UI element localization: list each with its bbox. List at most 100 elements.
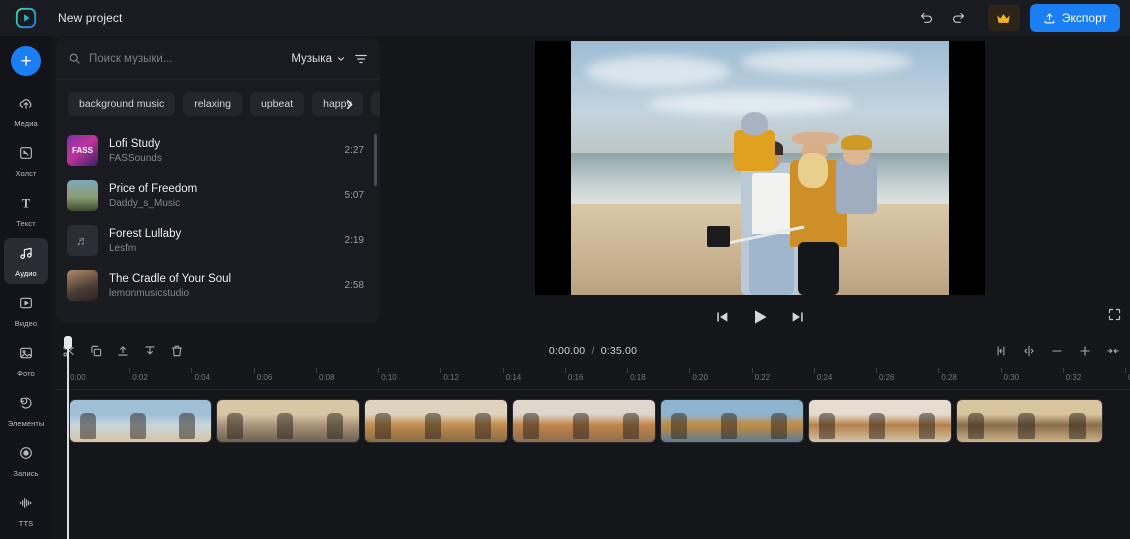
clip-4[interactable] [513,400,655,442]
preview-area [390,36,1130,332]
track-item[interactable]: FASS Lofi Study FASSounds 2:27 [56,128,380,173]
sidebar-items: Медиа Холст T Текст Аудио Видео Фото Элементы За… [4,88,48,538]
sidebar-item-4[interactable]: Видео [4,288,48,334]
clip-frame [459,400,507,442]
clip-frame [903,400,951,442]
playhead-handle[interactable] [64,336,72,349]
chevron-down-icon [338,56,344,61]
delete-button[interactable] [170,344,184,358]
undo-button[interactable] [914,5,940,31]
clip-frame [957,400,1006,442]
fit-timeline-button[interactable] [994,344,1008,358]
clip-frame-subject [375,412,392,439]
playhead[interactable] [64,336,72,539]
play-button[interactable] [750,307,770,327]
clip-5[interactable] [661,400,803,442]
tag-chip-1[interactable]: relaxing [183,92,242,116]
cloud-upload-icon [18,95,34,116]
ruler-tick-label: 0:22 [754,373,771,382]
marker-button[interactable] [1022,344,1036,358]
clip-frame-subject [918,412,935,439]
clip-3[interactable] [365,400,507,442]
panel-scrollbar[interactable] [374,134,377,186]
previous-button[interactable] [714,309,730,325]
search-input[interactable] [89,52,284,65]
redo-icon [953,12,965,23]
track-title: Price of Freedom [109,182,198,195]
video-frame[interactable] [535,41,985,295]
export-button[interactable]: Экспорт [1029,4,1120,32]
track-title: Lofi Study [109,137,161,150]
track-item[interactable]: Price of Freedom Daddy_s_Music 5:07 [56,173,380,218]
audio-library-panel: Музыка background musicrelaxingupbeathap… [56,38,380,323]
trim-end-icon [145,346,155,355]
clip-frame-subject [80,412,97,439]
sidebar-item-8[interactable]: TTS [4,488,48,534]
top-bar: New project Экспорт [0,0,1130,36]
text-icon: T [18,195,34,216]
clip-frame [1005,400,1054,442]
trim-start-button[interactable] [116,344,130,358]
project-title[interactable]: New project [58,11,122,25]
track-list-items: FASS Lofi Study FASSounds 2:27 Price of Free… [56,128,380,308]
timeline-ruler[interactable]: 0:00 0:02 0:04 0:06 0:08 0:10 0:12 0:14 0:16 0:18… [56,368,1130,390]
clip-frame [412,400,460,442]
add-media-button[interactable]: + [11,46,41,76]
clip-frame-subject [721,412,738,439]
fullscreen-button[interactable] [1107,307,1122,327]
clip-2[interactable] [217,400,359,442]
ruler-tick-label: 0:32 [1065,373,1082,382]
track-info: Forest Lullaby Lesfm [109,228,334,254]
zoom-out-button[interactable] [1050,344,1064,358]
premium-button[interactable] [987,5,1020,31]
ruler-tick-label: 0:26 [879,373,895,382]
app-logo[interactable] [0,0,52,36]
top-bar-actions: Экспорт [914,4,1130,32]
sidebar-item-2[interactable]: T Текст [4,188,48,234]
image-icon [18,345,34,366]
track-item[interactable]: ♬ Forest Lullaby Lesfm 2:19 [56,218,380,263]
clip-frame [856,400,904,442]
redo-button[interactable] [946,5,972,31]
clip-frame [117,400,164,442]
zoom-in-button[interactable] [1078,344,1092,358]
duplicate-button[interactable] [89,344,103,358]
clip-frame-subject [967,412,985,439]
clip-6[interactable] [809,400,951,442]
sidebar-item-7[interactable]: Запись [4,438,48,484]
sidebar-item-1[interactable]: Холст [4,138,48,184]
clip-frame [164,400,211,442]
clip-1[interactable] [70,400,211,442]
clip-frame-subject [671,412,688,439]
sidebar-item-label: Медиа [14,118,38,128]
clip-7[interactable] [957,400,1102,442]
sidebar-item-3[interactable]: Аудио [4,238,48,284]
clip-frame-subject [819,412,836,439]
sidebar-item-0[interactable]: Медиа [4,88,48,134]
track-item[interactable]: The Cradle of Your Soul lemonmusicstudio 2… [56,263,380,308]
trim-end-button[interactable] [143,344,157,358]
category-dropdown[interactable]: Музыка [291,53,346,65]
ruler-tick-label: 0:24 [816,373,833,382]
tag-chip-2[interactable]: upbeat [250,92,305,116]
collapse-icon [1107,348,1119,354]
track-duration: 5:07 [344,190,364,201]
sidebar-item-label: Фото [17,368,35,378]
ruler-tick-label: 0:10 [381,373,397,382]
sidebar-item-5[interactable]: Фото [4,338,48,384]
sidebar-item-6[interactable]: Элементы [4,388,48,434]
filter-button[interactable] [354,52,368,66]
current-time: 0:00.00 [548,345,586,357]
trim-start-icon [118,346,128,356]
fass-cover: FASS [67,135,98,166]
undo-icon [921,12,933,23]
tag-chip-4[interactable]: beats [370,92,380,116]
tags-scroll-right-button[interactable] [338,92,360,116]
next-button[interactable] [790,309,806,325]
tag-chip-0[interactable]: background music [68,92,176,116]
tag-filter-row: background musicrelaxingupbeathappybeats [56,80,380,126]
track-title: Forest Lullaby [109,227,182,240]
ruler-tick-label: 0:00 [70,373,86,382]
person-cover [67,270,98,301]
collapse-tracks-button[interactable] [1106,344,1120,358]
